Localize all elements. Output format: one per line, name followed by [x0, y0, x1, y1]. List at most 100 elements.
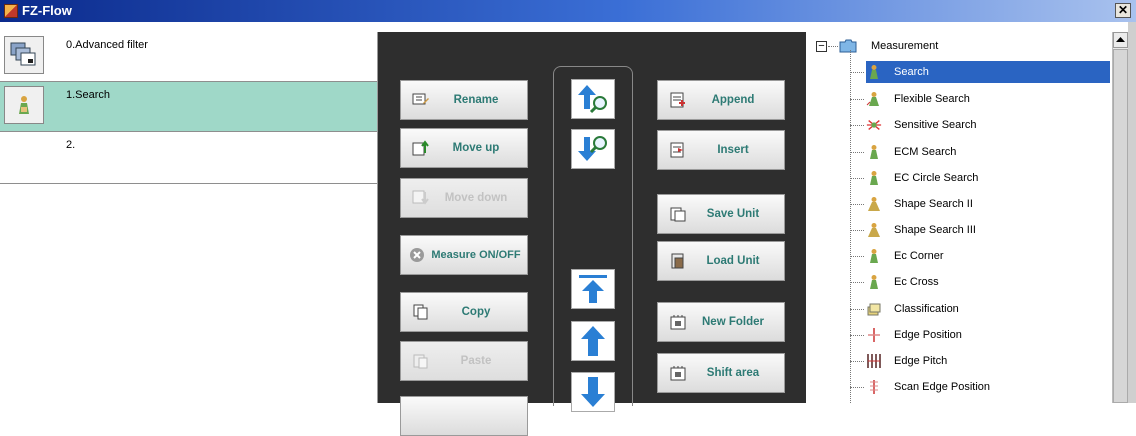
tree-item-flexible-search[interactable]: Flexible Search: [866, 88, 1110, 110]
tree-item-label: Flexible Search: [894, 93, 970, 105]
ec-cross-icon: [866, 274, 882, 290]
tree-item-classification[interactable]: Classification: [866, 298, 1110, 320]
paste-icon: [411, 351, 431, 371]
window-title: FZ-Flow: [22, 3, 72, 18]
tree-item-label: Edge Pitch: [894, 355, 948, 367]
arrow-up-search-button[interactable]: [571, 79, 615, 119]
chevron-up-icon: [1116, 37, 1125, 42]
tree-item-label: Search: [894, 66, 929, 78]
tree-item-label: Sensitive Search: [894, 119, 977, 131]
flow-row-label: 1.Search: [66, 89, 111, 101]
scroll-up-button[interactable]: [1113, 32, 1128, 48]
move-up-label: Move up: [452, 142, 500, 154]
tree-item-ecm-search[interactable]: ECM Search: [866, 141, 1110, 163]
load-unit-button[interactable]: Load Unit: [657, 241, 785, 281]
tree-item-edge-position[interactable]: Edge Position: [866, 324, 1110, 346]
tree-item-shape-search-iii[interactable]: Shape Search III: [866, 219, 1110, 241]
tree-item-search[interactable]: Search: [866, 61, 1110, 83]
copy-icon: [411, 302, 431, 322]
flow-row-2[interactable]: 2.: [0, 132, 377, 184]
move-down-arrow-button[interactable]: [571, 372, 615, 412]
measure-on-off-button[interactable]: Measure ON/OFF: [400, 235, 528, 275]
ec-circle-search-icon: [866, 170, 882, 186]
measure-on-off-label: Measure ON/OFF: [431, 249, 521, 261]
move-down-icon: [411, 188, 431, 208]
tool-button-partial[interactable]: [400, 396, 528, 436]
arrow-down-search-button[interactable]: [571, 129, 615, 169]
tree-item-ec-circle-search[interactable]: EC Circle Search: [866, 167, 1110, 189]
tree-root-measurement[interactable]: − Measurement: [816, 38, 938, 54]
flow-row-label: 0.Advanced filter: [66, 39, 148, 51]
flow-row-1[interactable]: 1.Search: [0, 82, 377, 132]
move-up-icon: [411, 138, 431, 158]
tree-item-label: Ec Corner: [894, 250, 944, 262]
append-icon: [668, 90, 688, 110]
tree-root-label: Measurement: [871, 40, 939, 52]
collapse-toggle[interactable]: −: [816, 40, 827, 52]
classification-icon: [866, 301, 882, 317]
tree-item-label: Classification: [894, 303, 959, 315]
measure-toggle-icon: [407, 245, 427, 265]
new-folder-icon: [668, 312, 688, 332]
tree-item-edge-pitch[interactable]: Edge Pitch: [866, 350, 1110, 372]
move-up-button[interactable]: Move up: [400, 128, 528, 168]
paste-button[interactable]: Paste: [400, 341, 528, 381]
tree-item-ec-corner[interactable]: Ec Corner: [866, 245, 1110, 267]
arrow-button-group: [553, 66, 633, 412]
tool-panel: Rename Move up Move down Measure ON/OFF …: [378, 32, 806, 436]
app-icon: [4, 4, 18, 18]
insert-button[interactable]: Insert: [657, 130, 785, 170]
flexible-search-icon: [866, 91, 882, 107]
arrow-up-icon: [581, 326, 605, 356]
move-to-top-button[interactable]: [571, 269, 615, 309]
close-button[interactable]: ✕: [1115, 3, 1131, 18]
save-unit-label: Save Unit: [706, 208, 760, 220]
save-unit-button[interactable]: Save Unit: [657, 194, 785, 234]
tree-item-label: EC Circle Search: [894, 172, 979, 184]
edge-pitch-icon: [866, 353, 882, 369]
append-button[interactable]: Append: [657, 80, 785, 120]
tree-item-label: Edge Position: [894, 329, 962, 341]
shift-area-button[interactable]: Shift area: [657, 353, 785, 393]
append-label: Append: [711, 94, 755, 106]
move-up-arrow-button[interactable]: [571, 321, 615, 361]
tree-scrollbar[interactable]: [1112, 32, 1128, 403]
move-down-button[interactable]: Move down: [400, 178, 528, 218]
arrow-up-search-icon: [578, 85, 607, 114]
insert-icon: [668, 140, 688, 160]
sensitive-search-icon: [866, 117, 882, 133]
ec-corner-icon: [866, 248, 882, 264]
move-down-label: Move down: [444, 192, 508, 204]
tree-item-label: Shape Search II: [894, 198, 973, 210]
window-border: [1128, 22, 1136, 403]
new-folder-label: New Folder: [702, 316, 764, 328]
tree-item-shape-search-ii[interactable]: Shape Search II: [866, 193, 1110, 215]
tree-item-label: Ec Cross: [894, 276, 939, 288]
arrow-down-icon: [581, 377, 605, 407]
copy-label: Copy: [461, 306, 491, 318]
arrow-to-top-icon: [579, 275, 607, 303]
filter-stack-icon: [4, 36, 44, 74]
paste-label: Paste: [460, 355, 492, 367]
save-unit-icon: [668, 204, 688, 224]
copy-button[interactable]: Copy: [400, 292, 528, 332]
load-unit-icon: [668, 251, 688, 271]
search-figure-icon: [866, 64, 882, 80]
scrollbar-thumb[interactable]: [1113, 49, 1128, 403]
insert-label: Insert: [717, 144, 749, 156]
shift-area-label: Shift area: [706, 367, 760, 379]
load-unit-label: Load Unit: [706, 255, 760, 267]
new-folder-button[interactable]: New Folder: [657, 302, 785, 342]
tree-item-label: Scan Edge Position: [894, 381, 991, 393]
tree-connector: [850, 50, 851, 403]
folder-icon: [839, 39, 857, 53]
tree-item-sensitive-search[interactable]: Sensitive Search: [866, 114, 1110, 136]
tree-item-ec-cross[interactable]: Ec Cross: [866, 271, 1110, 293]
flow-row-0[interactable]: 0.Advanced filter: [0, 32, 377, 82]
ecm-search-icon: [866, 144, 882, 160]
rename-icon: [411, 90, 431, 110]
tree-item-label: ECM Search: [894, 146, 957, 158]
rename-button[interactable]: Rename: [400, 80, 528, 120]
flow-row-label: 2.: [66, 139, 76, 151]
tree-item-scan-edge-position[interactable]: Scan Edge Position: [866, 376, 1110, 398]
